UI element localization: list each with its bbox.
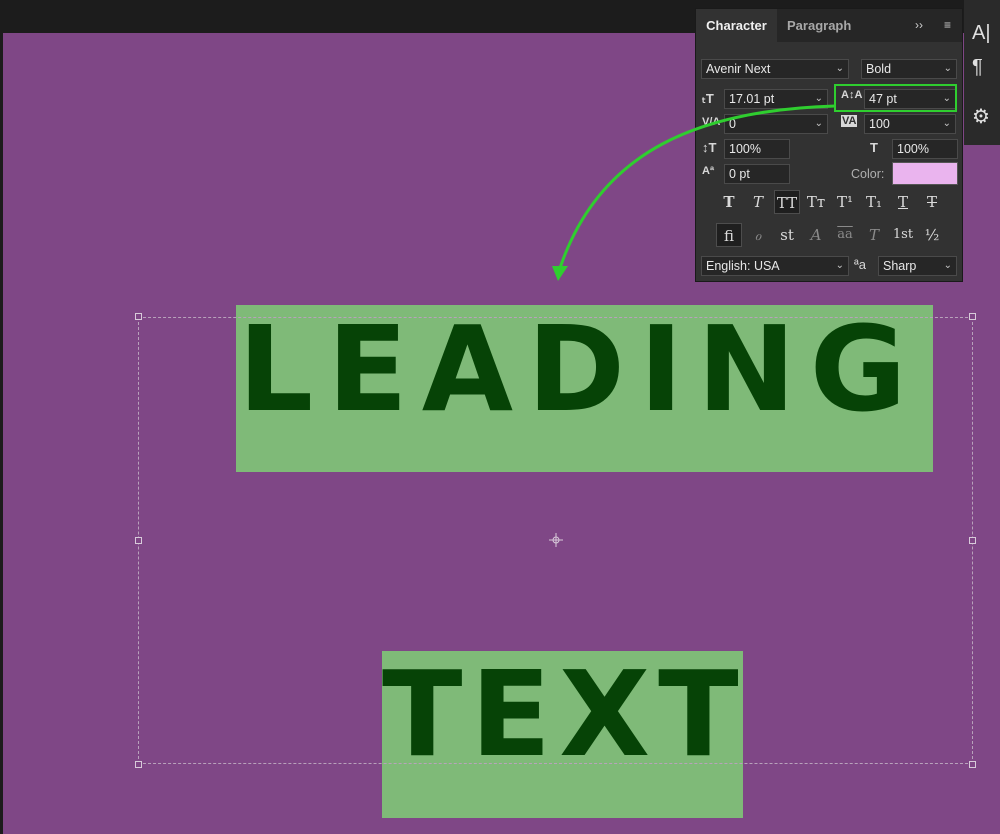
ordinals-button[interactable]: 1st <box>890 223 916 247</box>
baseline-shift-value: 0 pt <box>729 167 750 181</box>
vertical-scale-field[interactable]: 100% <box>724 139 790 159</box>
font-family-value: Avenir Next <box>706 62 771 76</box>
character-panel-icon[interactable]: A| <box>972 22 991 45</box>
chevron-down-icon: ⌄ <box>943 260 952 271</box>
small-caps-button[interactable]: Tт <box>803 190 829 214</box>
color-label: Color: <box>851 167 885 181</box>
vertical-scale-icon: ↕T <box>702 140 717 155</box>
faux-bold-button[interactable]: T <box>716 190 742 214</box>
contextual-alternates-button[interactable]: ℴ <box>745 223 771 247</box>
kerning-value: 0 <box>729 117 736 131</box>
resize-handle-bottom-right[interactable] <box>969 761 976 768</box>
tab-character[interactable]: Character <box>696 9 777 42</box>
aa-icon: ªa <box>854 257 867 272</box>
font-style-select[interactable]: Bold ⌄ <box>861 59 957 79</box>
resize-handle-middle-right[interactable] <box>969 537 976 544</box>
antialias-value: Sharp <box>883 259 917 273</box>
double-chevron-right-icon[interactable]: ›› <box>915 18 923 32</box>
fractions-button[interactable]: ½ <box>919 223 945 247</box>
font-size-icon: ₜT <box>702 91 714 106</box>
titling-alternates-button[interactable]: T <box>861 223 887 247</box>
faux-italic-button[interactable]: T <box>745 190 771 214</box>
language-select[interactable]: English: USA ⌄ <box>701 256 849 276</box>
discretionary-ligatures-button[interactable]: st <box>774 223 800 247</box>
chevron-down-icon: ⌄ <box>835 260 844 271</box>
resize-handle-middle-left[interactable] <box>135 537 142 544</box>
horizontal-scale-icon: T <box>870 140 878 155</box>
font-size-value: 17.01 pt <box>729 92 775 106</box>
tracking-field[interactable]: 100 ⌄ <box>864 114 956 134</box>
resize-handle-top-right[interactable] <box>969 313 976 320</box>
all-caps-button[interactable]: TT <box>774 190 800 214</box>
superscript-button[interactable]: T¹ <box>832 190 858 214</box>
font-size-field[interactable]: 17.01 pt ⌄ <box>724 89 828 109</box>
subscript-button[interactable]: T₁ <box>861 190 887 214</box>
font-style-value: Bold <box>866 62 892 76</box>
kerning-icon: V/A <box>702 116 721 128</box>
chevron-down-icon: ⌄ <box>943 63 952 74</box>
underline-button[interactable]: T <box>890 190 916 214</box>
paragraph-icon[interactable]: ¶ <box>972 56 983 79</box>
swash-button[interactable]: A <box>803 223 829 247</box>
chevron-down-icon: ⌄ <box>942 118 951 129</box>
stylistic-alternates-button[interactable]: aa <box>832 223 858 247</box>
character-panel: Character Paragraph ›› ≡ Avenir Next ⌄ B… <box>695 8 963 282</box>
strikethrough-button[interactable]: T <box>919 190 945 214</box>
tracking-icon: VA <box>841 115 858 127</box>
font-family-select[interactable]: Avenir Next ⌄ <box>701 59 849 79</box>
center-point-icon[interactable] <box>549 533 563 547</box>
ligatures-button[interactable]: fi <box>716 223 742 247</box>
tracking-value: 100 <box>869 117 890 131</box>
baseline-shift-icon: Aª <box>702 165 715 177</box>
kerning-field[interactable]: 0 ⌄ <box>724 114 828 134</box>
leading-highlight-box <box>834 84 957 112</box>
vertical-scale-value: 100% <box>729 142 761 156</box>
language-value: English: USA <box>706 259 780 273</box>
glyphs-icon[interactable]: ⚙ <box>972 104 990 129</box>
panel-tabs: Character Paragraph ›› ≡ <box>696 9 962 42</box>
antialias-select[interactable]: Sharp ⌄ <box>878 256 957 276</box>
hamburger-menu-icon[interactable]: ≡ <box>944 18 951 32</box>
horizontal-scale-value: 100% <box>897 142 929 156</box>
chevron-down-icon: ⌄ <box>814 93 823 104</box>
baseline-shift-field[interactable]: 0 pt <box>724 164 790 184</box>
text-color-swatch[interactable] <box>892 162 958 185</box>
tab-paragraph[interactable]: Paragraph <box>787 9 851 42</box>
resize-handle-top-left[interactable] <box>135 313 142 320</box>
horizontal-scale-field[interactable]: 100% <box>892 139 958 159</box>
chevron-down-icon: ⌄ <box>835 63 844 74</box>
resize-handle-bottom-left[interactable] <box>135 761 142 768</box>
chevron-down-icon: ⌄ <box>814 118 823 129</box>
